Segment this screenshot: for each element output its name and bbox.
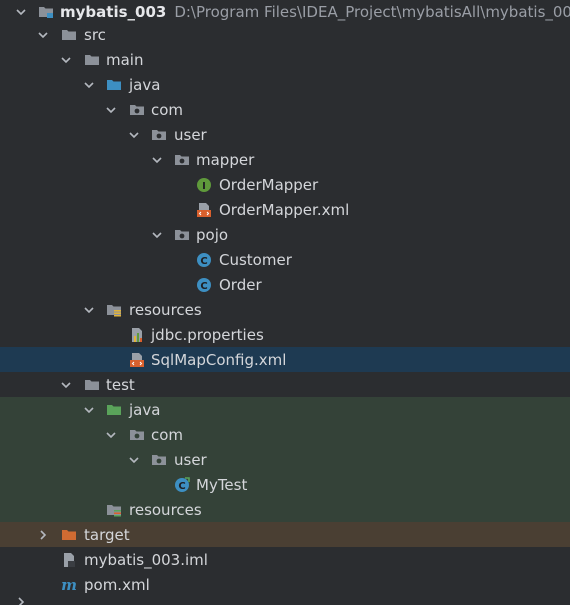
excluded-folder-icon (61, 527, 77, 543)
xml-file-icon (196, 202, 212, 218)
tree-label: mybatis_003.iml (84, 550, 208, 569)
chevron-down-icon[interactable] (104, 428, 118, 442)
package-icon (174, 152, 190, 168)
chevron-down-icon[interactable] (82, 403, 96, 417)
tree-row-pojo[interactable]: pojo (0, 222, 570, 247)
tree-label: jdbc.properties (151, 325, 264, 344)
tree-label: OrderMapper.xml (219, 200, 350, 219)
chevron-down-icon[interactable] (127, 128, 141, 142)
package-icon (151, 127, 167, 143)
svg-text:C: C (200, 281, 207, 292)
chevron-down-icon[interactable] (150, 153, 164, 167)
tree-row-com[interactable]: com (0, 97, 570, 122)
tree-label: user (174, 125, 207, 144)
tree-row-main[interactable]: main (0, 47, 570, 72)
package-icon (129, 427, 145, 443)
tree-row-iml[interactable]: mybatis_003.iml (0, 547, 570, 572)
maven-icon: m (61, 577, 77, 593)
tree-row-src[interactable]: src (0, 22, 570, 47)
tree-label: resources (129, 300, 202, 319)
tree-label: com (151, 100, 184, 119)
tree-row-java-test[interactable]: java (0, 397, 570, 422)
chevron-down-icon[interactable] (59, 53, 73, 67)
project-name: mybatis_003 (60, 2, 167, 21)
tree-row-project-root[interactable]: mybatis_003 D:\Program Files\IDEA_Project… (0, 0, 570, 24)
package-icon (129, 102, 145, 118)
test-class-icon: C (174, 476, 190, 493)
test-resources-folder-icon (106, 502, 122, 518)
chevron-down-icon[interactable] (82, 303, 96, 317)
tree-row-ordermapper[interactable]: I OrderMapper (0, 172, 570, 197)
tree-label: SqlMapConfig.xml (151, 350, 287, 369)
package-icon (174, 227, 190, 243)
tree-row-ordermapper-xml[interactable]: OrderMapper.xml (0, 197, 570, 222)
tree-label: OrderMapper (219, 175, 319, 194)
package-icon (151, 452, 167, 468)
chevron-down-icon[interactable] (59, 378, 73, 392)
tree-row-order[interactable]: C Order (0, 272, 570, 297)
tree-row-sqlmapconfig-xml[interactable]: SqlMapConfig.xml (0, 347, 570, 372)
tree-label: resources (129, 500, 202, 519)
tree-row-test[interactable]: test (0, 372, 570, 397)
folder-icon (84, 377, 100, 393)
tree-label: src (84, 25, 106, 44)
tree-label: user (174, 450, 207, 469)
svg-text:I: I (202, 181, 206, 192)
class-icon: C (196, 277, 212, 293)
chevron-down-icon[interactable] (82, 78, 96, 92)
tree-row-target[interactable]: target (0, 522, 570, 547)
chevron-down-icon[interactable] (104, 103, 118, 117)
interface-icon: I (196, 177, 212, 193)
chevron-down-icon[interactable] (127, 453, 141, 467)
tree-label: Order (219, 275, 262, 294)
svg-text:C: C (178, 481, 185, 492)
tree-row-pom-xml[interactable]: m pom.xml (0, 572, 570, 597)
resources-folder-icon (106, 302, 122, 318)
tree-row-external-libraries-partial[interactable] (0, 597, 570, 605)
tree-row-resources[interactable]: resources (0, 297, 570, 322)
module-folder-icon (38, 4, 54, 20)
project-tree[interactable]: mybatis_003 D:\Program Files\IDEA_Project… (0, 0, 570, 605)
folder-icon (84, 52, 100, 68)
tree-label: test (106, 375, 135, 394)
properties-file-icon (129, 327, 145, 343)
tree-label: java (129, 75, 161, 94)
test-source-folder-icon (106, 402, 122, 418)
tree-row-mytest[interactable]: C MyTest (0, 472, 570, 497)
class-icon: C (196, 252, 212, 268)
chevron-right-icon[interactable] (14, 597, 28, 605)
tree-label: pojo (196, 225, 229, 244)
tree-label: pom.xml (84, 575, 150, 594)
svg-text:C: C (200, 256, 207, 267)
tree-label: mapper (196, 150, 255, 169)
tree-row-resources-test[interactable]: resources (0, 497, 570, 522)
tree-row-mapper[interactable]: mapper (0, 147, 570, 172)
tree-label: target (84, 525, 130, 544)
iml-file-icon (61, 552, 77, 568)
tree-label: MyTest (196, 475, 248, 494)
tree-row-user[interactable]: user (0, 122, 570, 147)
project-path: D:\Program Files\IDEA_Project\mybatisAll… (174, 2, 570, 21)
tree-row-java-source[interactable]: java (0, 72, 570, 97)
chevron-down-icon[interactable] (150, 228, 164, 242)
chevron-down-icon[interactable] (36, 28, 50, 42)
chevron-down-icon[interactable] (14, 5, 28, 19)
folder-icon (61, 27, 77, 43)
tree-row-com-test[interactable]: com (0, 422, 570, 447)
tree-label: main (106, 50, 144, 69)
svg-text:m: m (61, 577, 77, 593)
tree-row-user-test[interactable]: user (0, 447, 570, 472)
xml-file-icon (129, 352, 145, 368)
tree-label: java (129, 400, 161, 419)
tree-row-jdbc-properties[interactable]: jdbc.properties (0, 322, 570, 347)
source-folder-icon (106, 77, 122, 93)
chevron-right-icon[interactable] (36, 528, 50, 542)
tree-label: Customer (219, 250, 292, 269)
tree-label: com (151, 425, 184, 444)
tree-row-customer[interactable]: C Customer (0, 247, 570, 272)
